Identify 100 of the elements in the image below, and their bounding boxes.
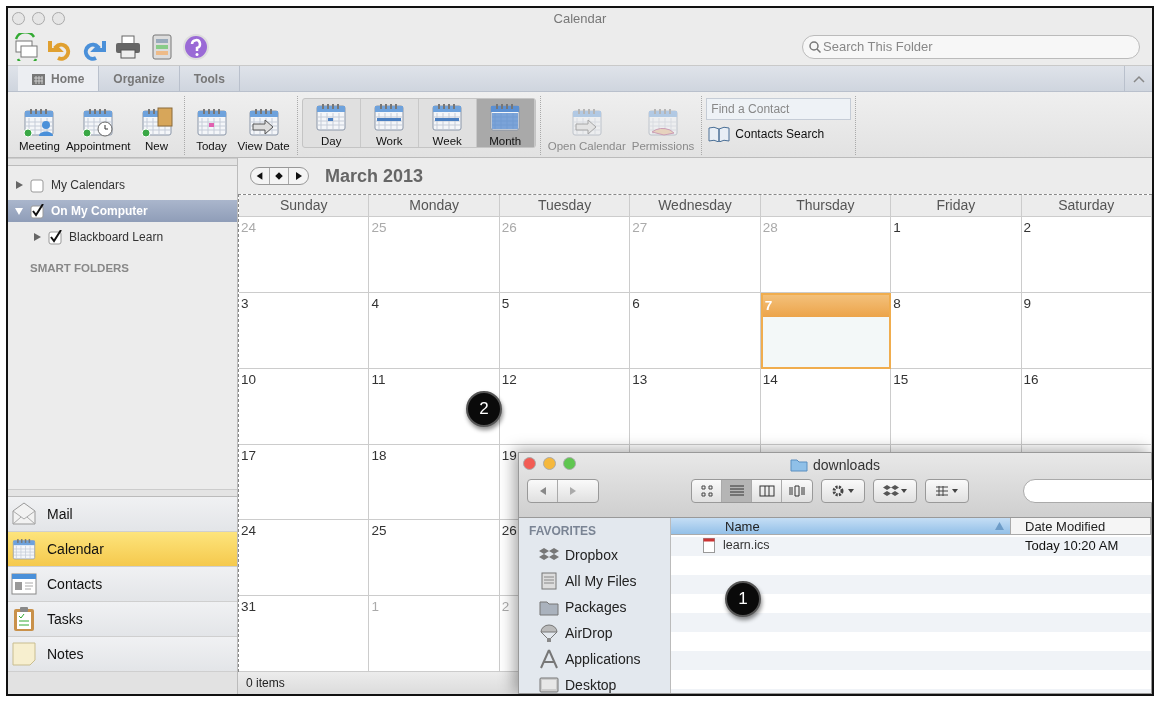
calendar-icon (11, 536, 37, 562)
folder-label: My Calendars (51, 178, 126, 192)
folder-icon (790, 458, 809, 472)
ribbon-tab[interactable]: Home (18, 66, 100, 91)
ribbon-button[interactable]: Today (188, 96, 235, 155)
month-title: March 2013 (325, 165, 424, 187)
day-number: 2 (500, 598, 511, 617)
note-icon (11, 641, 37, 667)
weekday-header: Wednesday (630, 195, 761, 217)
section-heading: SMART FOLDERS (29, 261, 131, 276)
navigation-item[interactable]: Contacts (8, 567, 237, 602)
contacts-search-button[interactable]: Contacts Search (706, 126, 852, 142)
day-number: 11 (370, 370, 387, 389)
splitter-bar[interactable] (8, 489, 237, 497)
minimize-button[interactable] (543, 457, 556, 470)
checkbox[interactable] (30, 177, 45, 193)
day-number: 7 (762, 294, 890, 317)
navigation-item[interactable]: Tasks (8, 602, 237, 637)
view-button[interactable]: Month (476, 99, 535, 147)
gear-icon (831, 484, 855, 498)
checkbox[interactable] (30, 203, 45, 219)
document-icon (703, 537, 715, 553)
finder-title: downloads (813, 457, 880, 473)
sidebar-item[interactable]: Applications (519, 646, 670, 672)
weekday-header: Sunday (239, 195, 370, 217)
sidebar-item[interactable]: AirDrop (519, 620, 670, 646)
folder-label: Blackboard Learn (69, 230, 164, 244)
view-button[interactable]: Week (418, 99, 477, 147)
day-number: 28 (761, 219, 779, 237)
day-number: 14 (761, 370, 779, 389)
navigation-item[interactable]: Mail (8, 497, 237, 532)
find-contact-field[interactable]: Find a Contact (706, 98, 852, 120)
disclosure-triangle[interactable] (14, 206, 24, 216)
weekday-header: Tuesday (499, 195, 631, 217)
window-title: Calendar (553, 10, 607, 26)
ribbon-button[interactable]: Meeting (16, 96, 63, 155)
clipboard-icon (11, 606, 37, 632)
minimize-button[interactable] (32, 12, 45, 25)
disclosure-triangle[interactable] (32, 232, 42, 242)
day-number: 17 (240, 446, 258, 465)
contact-card-icon (11, 571, 37, 597)
calendar-folder[interactable]: Blackboard Learn (8, 226, 237, 248)
applications-icon (539, 649, 559, 669)
column-header[interactable]: Name (671, 518, 1011, 534)
send-receive-icon[interactable] (12, 32, 40, 61)
day-number: 3 (240, 294, 250, 313)
weekday-header: Thursday (760, 195, 892, 217)
checkbox[interactable] (48, 229, 63, 245)
calendar-clock-icon (81, 106, 116, 138)
finder-search-field[interactable] (1023, 479, 1152, 503)
file-cabinet-icon (539, 571, 559, 591)
file-name[interactable]: learn.ics (671, 537, 1011, 553)
day-number: 16 (1022, 370, 1040, 389)
close-button[interactable] (12, 12, 25, 25)
zoom-button[interactable] (52, 12, 65, 25)
list-icon (728, 484, 745, 498)
day-number: 19 (500, 446, 518, 465)
arrange-grid-icon (935, 484, 959, 498)
ribbon-button[interactable]: New (133, 96, 180, 155)
day-number: 2 (1022, 219, 1033, 237)
day-number: 25 (370, 219, 388, 237)
splitter-bar[interactable] (8, 158, 237, 166)
calendar-arrow-icon (569, 106, 604, 138)
close-button[interactable] (523, 457, 536, 470)
calendar-clipboard-icon (139, 106, 174, 138)
day-number: 10 (240, 370, 258, 389)
sidebar-item[interactable]: All My Files (519, 568, 670, 594)
calendar-arrow-icon (246, 106, 281, 138)
weekday-header: Saturday (1021, 195, 1152, 217)
navigation-item[interactable]: Notes (8, 637, 237, 672)
ribbon-button[interactable]: Appointment (62, 96, 134, 155)
search-field[interactable]: Search This Folder (802, 34, 1140, 59)
sidebar-item[interactable]: Desktop (519, 672, 670, 694)
dropbox-icon (883, 484, 907, 498)
day-number: 24 (240, 219, 258, 237)
calendar-icon (314, 101, 349, 133)
calendar-folder[interactable]: My Calendars (8, 174, 237, 196)
day-number: 9 (1022, 294, 1033, 313)
day-number: 13 (631, 370, 649, 389)
navigation-item[interactable]: Calendar (8, 532, 237, 567)
book-icon (708, 126, 731, 142)
search-icon (809, 40, 821, 53)
sidebar-item[interactable]: Dropbox (519, 542, 670, 568)
ribbon-button[interactable]: View Date (234, 96, 293, 155)
day-number: 6 (631, 294, 641, 313)
calendar-hand-icon (646, 106, 681, 138)
printer-icon[interactable] (114, 32, 142, 61)
day-number: 15 (892, 370, 910, 389)
help-icon[interactable] (182, 32, 210, 61)
sidebar-item[interactable]: Packages (519, 594, 670, 620)
disclosure-triangle[interactable] (14, 180, 24, 190)
view-mode-button[interactable] (722, 480, 752, 502)
view-button[interactable]: Day (302, 99, 361, 147)
day-number: 27 (631, 219, 649, 237)
day-number: 18 (370, 446, 388, 465)
collapse-caret-icon[interactable] (1132, 74, 1145, 83)
folder-label: On My Computer (51, 204, 148, 218)
view-button[interactable]: Work (360, 99, 419, 147)
zoom-button[interactable] (563, 457, 576, 470)
column-header[interactable]: Date Modified (1011, 518, 1151, 534)
